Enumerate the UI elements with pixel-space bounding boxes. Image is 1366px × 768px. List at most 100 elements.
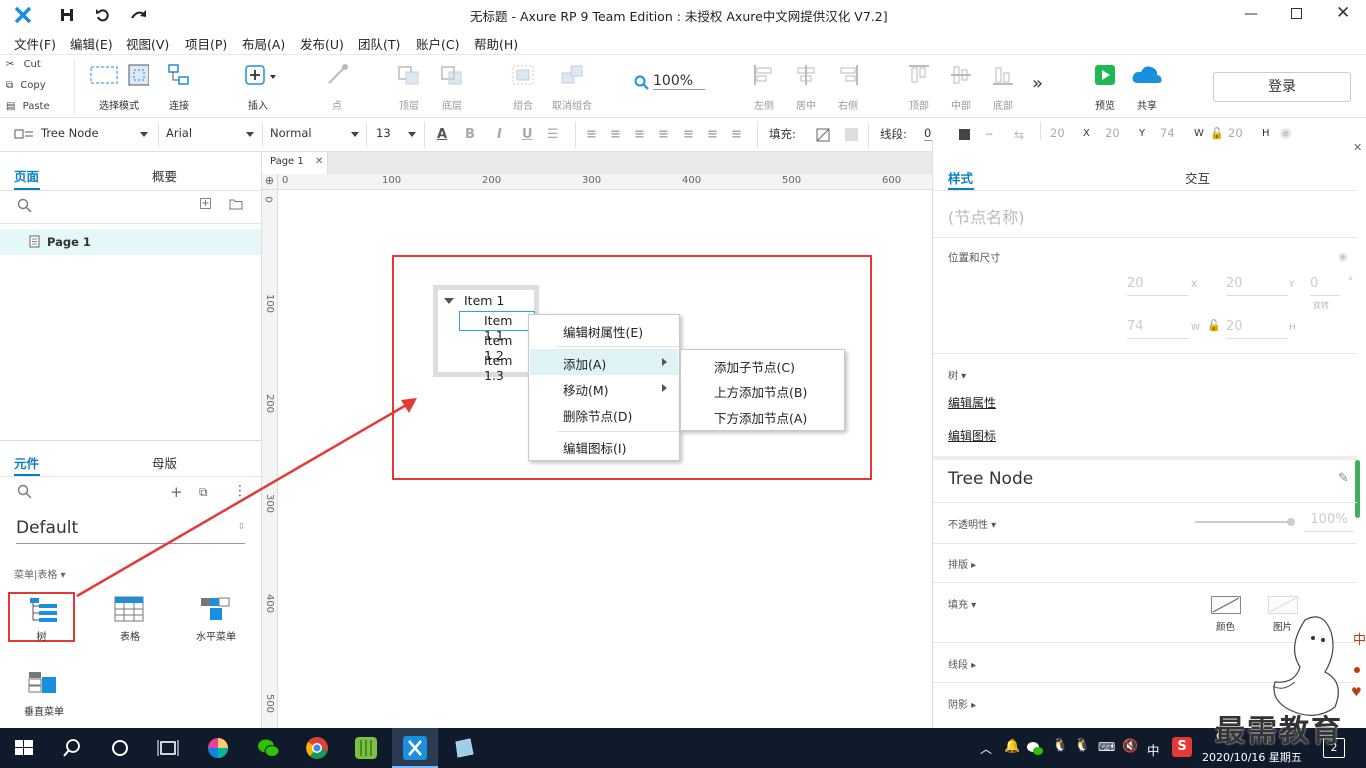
y-input[interactable]: 20 [1226, 276, 1288, 296]
cut-button[interactable]: ✂ Cut [6, 59, 41, 70]
opacity-slider-handle[interactable] [1287, 518, 1295, 526]
tree-widget[interactable]: Item 1 Item 1.1 Item 1.2 Item 1.3 [433, 285, 539, 383]
line-width-input[interactable]: 0 [924, 126, 938, 141]
point-button[interactable]: 点 [322, 63, 352, 112]
redo-icon[interactable] [130, 7, 148, 23]
chevron-up-icon[interactable]: ︿ [980, 740, 992, 757]
tab-page1[interactable]: Page 1 ✕ [262, 152, 328, 174]
more-tools-button[interactable]: » [1032, 73, 1043, 94]
axure-taskbar-button[interactable] [392, 728, 438, 768]
align-center-button[interactable]: 居中 [792, 63, 820, 112]
visibility-icon[interactable]: ◉ [1338, 250, 1348, 263]
fill-image-icon[interactable] [845, 128, 858, 141]
valign-bottom-icon[interactable]: ≡ [731, 127, 742, 142]
tree-node[interactable]: Item 1.3 [484, 353, 534, 383]
underline-icon[interactable]: U [522, 127, 533, 142]
fill-color-icon[interactable] [816, 128, 830, 142]
paste-button[interactable]: ▤ Paste [6, 101, 50, 112]
ime-indicator[interactable]: 中 [1147, 740, 1160, 759]
tab-pages[interactable]: 页面 [14, 166, 39, 185]
zoom-select[interactable]: 100% [653, 73, 705, 90]
rotation-input[interactable]: 0 [1310, 276, 1340, 296]
tab-style[interactable]: 样式 [948, 168, 973, 187]
align-right-button[interactable]: 右侧 [834, 63, 862, 112]
text-align-left-icon[interactable]: ≡ [586, 127, 597, 142]
opacity-label[interactable]: 不透明性 ▾ [948, 516, 996, 531]
search-icon[interactable] [17, 484, 33, 500]
widget-tree[interactable]: 树 [8, 592, 75, 643]
text-color-icon[interactable]: A [437, 127, 447, 142]
scrollbar[interactable] [1355, 460, 1360, 518]
volume-muted-icon[interactable]: 🔇 [1122, 739, 1138, 754]
visibility-icon[interactable]: ◉ [1280, 126, 1291, 141]
line-color-icon[interactable] [959, 129, 970, 140]
align-bottom-button[interactable]: 底部 [989, 63, 1017, 112]
valign-top-icon[interactable]: ≡ [683, 127, 694, 142]
menu-file[interactable]: 文件(F) [14, 34, 56, 53]
shadow-section[interactable]: 阴影 ▸ [948, 696, 976, 711]
menu-delete-node[interactable]: 删除节点(D) [563, 406, 632, 425]
tab-outline[interactable]: 概要 [152, 166, 177, 185]
text-justify-icon[interactable]: ≡ [658, 127, 669, 142]
menu-project[interactable]: 项目(P) [185, 34, 227, 53]
menu-layout[interactable]: 布局(A) [242, 34, 285, 53]
preview-button[interactable]: 预览 [1092, 63, 1118, 112]
align-top-button[interactable]: 顶部 [905, 63, 933, 112]
edit-style-icon[interactable]: ✎ [1338, 471, 1349, 486]
menu-publish[interactable]: 发布(U) [300, 34, 344, 53]
bold-icon[interactable]: B [465, 127, 475, 142]
app-green-icon[interactable] [354, 736, 378, 760]
wechat-tray-icon[interactable] [1026, 740, 1044, 756]
weight-select[interactable]: Normal [270, 126, 312, 140]
ungroup-button[interactable]: 取消组合 [550, 63, 594, 112]
task-view-icon[interactable] [156, 736, 180, 760]
bottom-layer-button[interactable]: 底层 [437, 63, 467, 112]
font-select[interactable]: Arial [166, 126, 192, 140]
add-folder-icon[interactable] [229, 198, 243, 210]
h-input[interactable]: 20 [1228, 126, 1243, 140]
qq-icon-2[interactable]: 🐧 [1074, 738, 1090, 753]
widget-vertical-menu[interactable]: 垂直菜单 [14, 667, 74, 718]
cortana-icon[interactable] [108, 736, 132, 760]
menu-add-above[interactable]: 上方添加节点(B) [714, 382, 807, 401]
opacity-slider[interactable] [1195, 521, 1291, 523]
windows-start-icon[interactable] [12, 736, 36, 760]
menu-edit-tree-props[interactable]: 编辑树属性(E) [563, 322, 643, 341]
tab-widgets[interactable]: 元件 [14, 453, 39, 472]
top-layer-button[interactable]: 顶层 [394, 63, 424, 112]
wechat-icon[interactable] [256, 736, 280, 760]
w-input[interactable]: 74 [1127, 319, 1189, 339]
menu-add-child[interactable]: 添加子节点(C) [714, 357, 795, 376]
opacity-input[interactable]: 100% [1304, 512, 1354, 532]
edit-icon-link[interactable]: 编辑图标 [948, 427, 996, 444]
expand-icon[interactable] [444, 298, 454, 304]
list-icon[interactable]: ☰ [547, 127, 559, 142]
page-list-item[interactable]: Page 1 [0, 229, 261, 255]
notification-bell-icon[interactable]: 🔔 [1004, 739, 1020, 754]
tab-interactions[interactable]: 交互 [1185, 168, 1210, 187]
menu-move[interactable]: 移动(M) [563, 380, 609, 399]
search-icon[interactable] [17, 198, 33, 214]
edit-properties-link[interactable]: 编辑属性 [948, 394, 996, 411]
y-input[interactable]: 20 [1105, 126, 1120, 140]
close-pane-icon[interactable]: ✕ [1353, 141, 1362, 154]
search-icon[interactable] [60, 736, 84, 760]
menu-account[interactable]: 账户(C) [416, 34, 459, 53]
sogou-ime-icon[interactable]: S [1172, 737, 1192, 757]
fill-color-swatch[interactable] [1211, 596, 1241, 614]
connect-button[interactable]: 连接 [163, 63, 195, 123]
line-section[interactable]: 线段 ▸ [948, 656, 976, 671]
network-icon[interactable]: ⌨ [1098, 740, 1115, 754]
qq-icon[interactable]: 🐧 [1052, 738, 1068, 753]
x-input[interactable]: 20 [1050, 126, 1065, 140]
maximize-button[interactable] [1291, 8, 1302, 19]
add-page-icon[interactable]: + [200, 198, 211, 209]
widget-category[interactable]: 菜单|表格 ▾ [14, 566, 66, 581]
fill-section[interactable]: 填充 ▾ [948, 596, 976, 611]
login-button[interactable]: 登录 [1213, 72, 1351, 102]
font-size-select[interactable]: 13 [376, 126, 391, 140]
h-input[interactable]: 20 [1226, 319, 1288, 339]
valign-middle-icon[interactable]: ≡ [707, 127, 718, 142]
tree-section-label[interactable]: 树 ▾ [948, 367, 966, 382]
menu-view[interactable]: 视图(V) [126, 34, 169, 53]
